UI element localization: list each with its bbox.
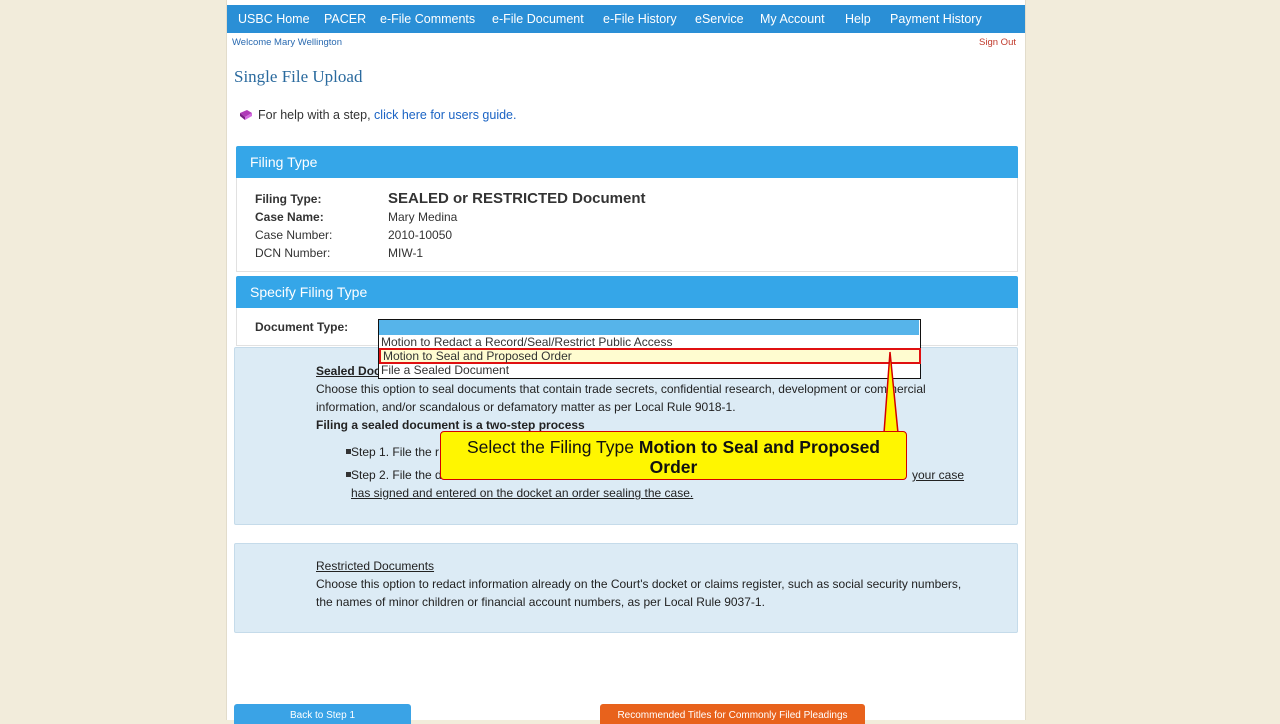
case-number-value: 2010-10050	[388, 228, 453, 242]
nav-help[interactable]: Help	[845, 5, 871, 33]
filing-type-header: Filing Type	[236, 146, 1018, 178]
book-icon	[239, 109, 253, 121]
filing-type-value: SEALED or RESTRICTED Document	[388, 190, 646, 207]
main-page: USBC Home PACER e-File Comments e-File D…	[226, 0, 1026, 724]
help-line: For help with a step, click here for use…	[239, 108, 516, 122]
tutorial-callout: Select the Filing Type Motion to Seal an…	[440, 431, 907, 480]
dcn-number-value: MIW-1	[388, 246, 424, 260]
sealed-description-2: information, and/or scandalous or defama…	[316, 400, 736, 414]
step-1-text: Step 1. File the r	[351, 445, 440, 459]
case-number-label: Case Number:	[255, 228, 333, 242]
document-type-label: Document Type:	[255, 320, 349, 334]
dropdown-selected[interactable]	[379, 320, 919, 335]
case-name-value: Mary Medina	[388, 210, 458, 224]
step-2-link-line2[interactable]: has signed and entered on the docket an …	[351, 486, 693, 500]
nav-efile-document[interactable]: e-File Document	[492, 5, 584, 33]
dcn-number-label: DCN Number:	[255, 246, 331, 260]
sign-out-link[interactable]: Sign Out	[979, 37, 1016, 48]
step-2-text: Step 2. File the d	[351, 468, 442, 482]
recommended-titles-button[interactable]: Recommended Titles for Commonly Filed Pl…	[600, 704, 865, 724]
page-title: Single File Upload	[234, 67, 363, 86]
nav-pacer[interactable]: PACER	[324, 5, 366, 33]
restricted-description-2: the names of minor children or financial…	[316, 595, 765, 609]
nav-my-account[interactable]: My Account	[760, 5, 825, 33]
nav-eservice[interactable]: eService	[695, 5, 744, 33]
specify-filing-type-header: Specify Filing Type	[236, 276, 1018, 308]
filing-type-label: Filing Type:	[255, 192, 322, 206]
help-text: For help with a step,	[258, 108, 371, 122]
restricted-heading: Restricted Documents	[316, 559, 435, 573]
welcome-message: Welcome Mary Wellington	[232, 37, 342, 48]
callout-bold-text: Motion to Seal and Proposed Order	[638, 437, 880, 477]
document-type-dropdown[interactable]: Motion to Redact a Record/Seal/Restrict …	[378, 319, 921, 379]
option-file-sealed-document[interactable]: File a Sealed Document	[381, 363, 917, 377]
filing-type-body: Filing Type: SEALED or RESTRICTED Docume…	[236, 178, 1018, 272]
nav-efile-comments[interactable]: e-File Comments	[380, 5, 475, 33]
nav-payment-history[interactable]: Payment History	[890, 5, 982, 33]
nav-usbc-home[interactable]: USBC Home	[238, 5, 310, 33]
users-guide-link[interactable]: click here for users guide.	[374, 108, 516, 122]
nav-efile-history[interactable]: e-File History	[603, 5, 677, 33]
restricted-documents-box: Restricted Documents Choose this option …	[234, 543, 1018, 633]
step-2-link-end[interactable]: your case	[912, 468, 964, 482]
back-to-step-1-button[interactable]: Back to Step 1	[234, 704, 411, 724]
top-navigation: USBC Home PACER e-File Comments e-File D…	[227, 5, 1025, 33]
sealed-description-1: Choose this option to seal documents tha…	[316, 382, 926, 396]
sealed-heading: Sealed Doc	[316, 364, 381, 378]
callout-text: Select the Filing Type	[467, 437, 634, 457]
option-motion-to-seal[interactable]: Motion to Seal and Proposed Order	[379, 348, 921, 364]
restricted-description-1: Choose this option to redact information…	[316, 577, 962, 591]
option-motion-to-redact[interactable]: Motion to Redact a Record/Seal/Restrict …	[381, 335, 917, 349]
case-name-label: Case Name:	[255, 210, 324, 224]
two-step-heading: Filing a sealed document is a two-step p…	[316, 418, 585, 432]
